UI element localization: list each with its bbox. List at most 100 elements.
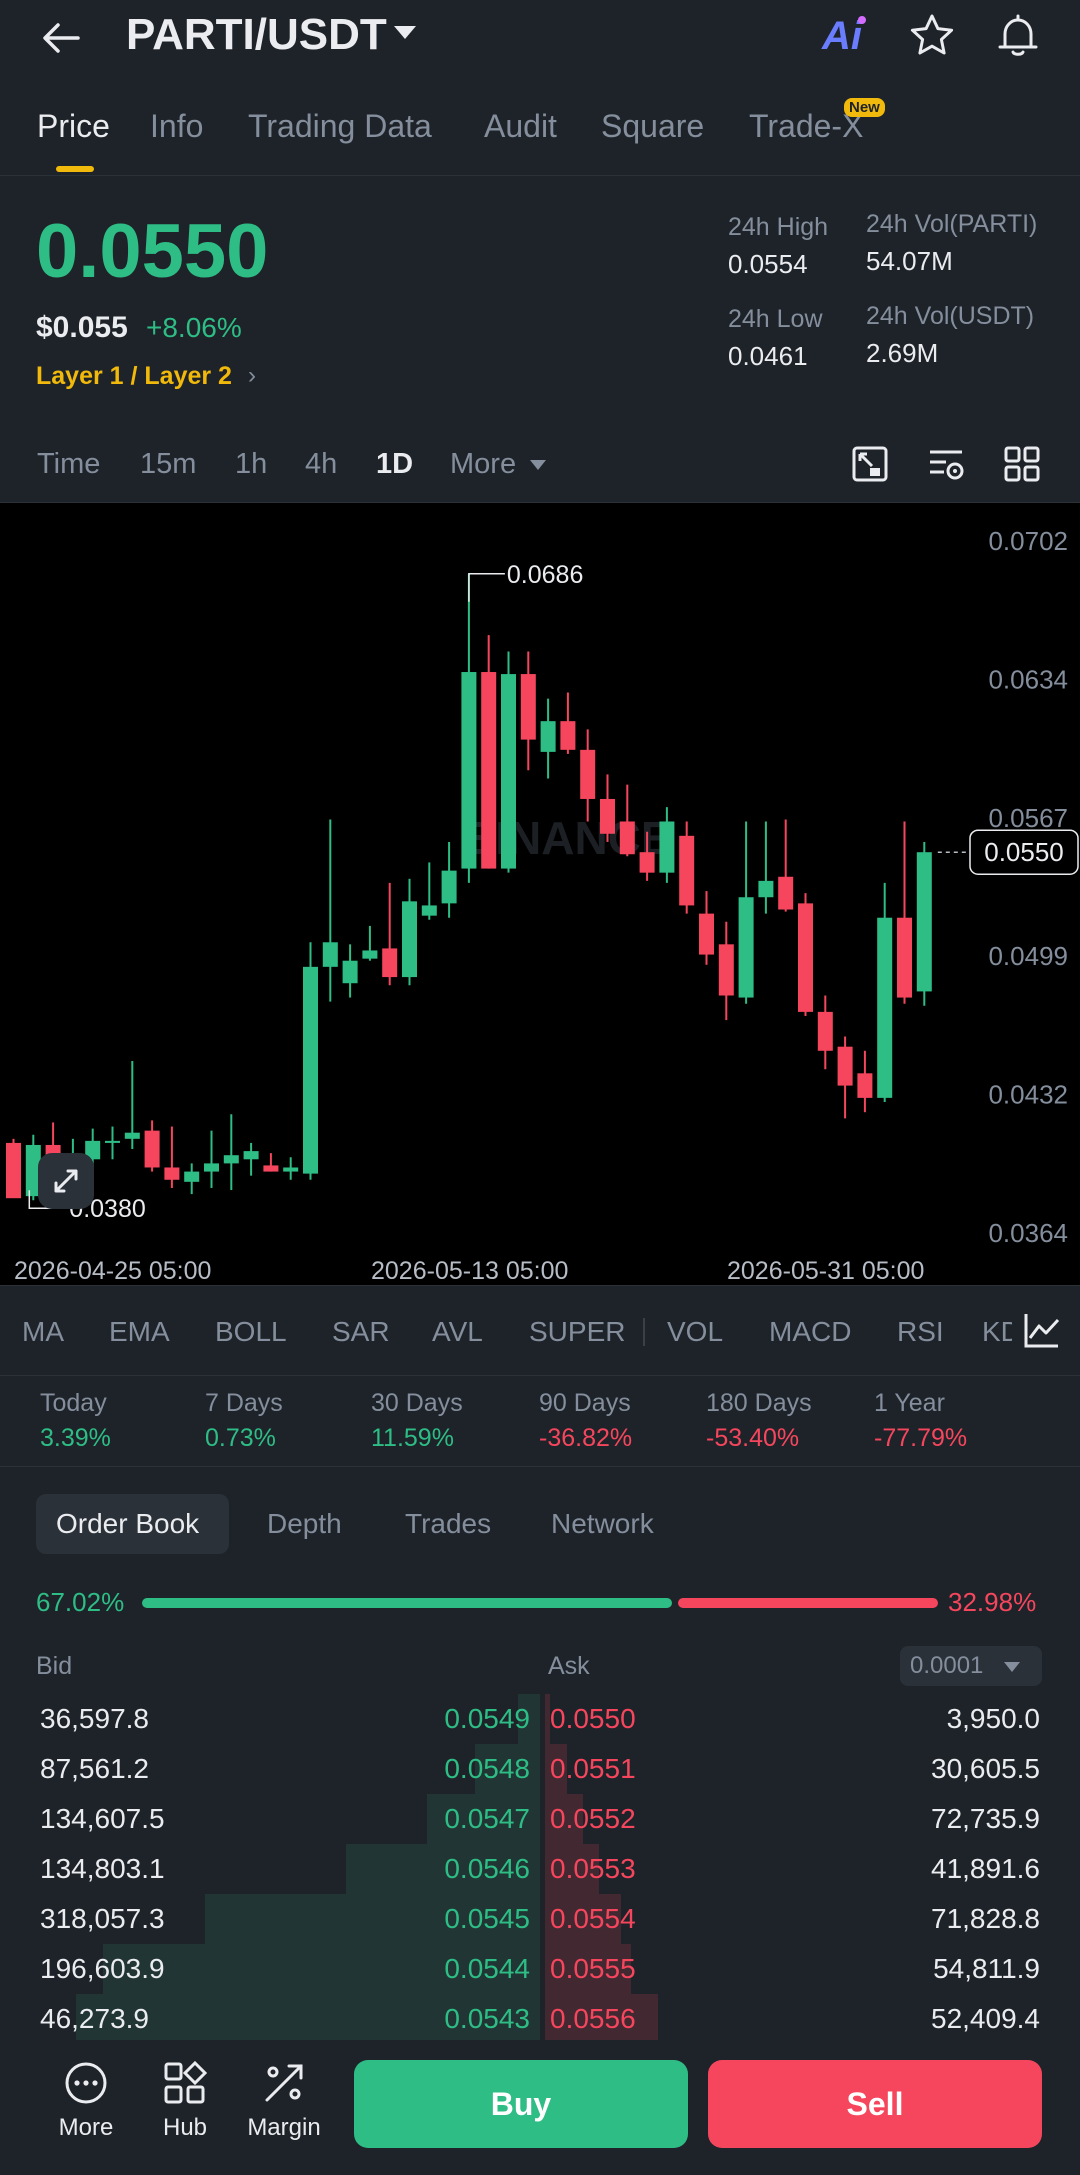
chevron-right-icon[interactable]: ›: [248, 362, 256, 390]
x-axis: 2026-04-25 05:00 2026-05-13 05:00 2026-05-…: [14, 1257, 924, 1285]
candle-up: [461, 672, 477, 869]
candle-up: [243, 1151, 259, 1160]
perf-value: 3.39%: [40, 1424, 111, 1452]
orderbook-row[interactable]: 196,603.9 0.0544 0.0555 54,811.9: [0, 1944, 1080, 1994]
chart-canvas[interactable]: BINANCE 0.07020.06340.05670.04990.04320.…: [0, 503, 1080, 1285]
pair-dropdown-caret-icon[interactable]: [394, 26, 416, 39]
stat-24h-high-value: 0.0554: [728, 249, 808, 279]
hub-button[interactable]: Hub: [135, 2060, 235, 2142]
interval-15m[interactable]: 15m: [140, 448, 196, 481]
candle-down: [560, 721, 576, 750]
bid-price: 0.0544: [444, 1953, 530, 1984]
candle-down: [263, 1165, 279, 1172]
expand-chart-button[interactable]: [38, 1153, 94, 1209]
candle-up: [322, 942, 338, 967]
stat-24h-high-label: 24h High: [728, 213, 829, 241]
candle-up: [105, 1140, 120, 1143]
indicator-settings-icon[interactable]: [1022, 1310, 1062, 1350]
candle-down: [580, 749, 596, 799]
y-tick-label: 0.0364: [988, 1218, 1068, 1248]
candle-down: [718, 944, 734, 996]
stat-24h-vol-quote-label: 24h Vol(USDT): [866, 302, 1035, 330]
indicator-rsi[interactable]: RSI: [897, 1316, 944, 1348]
last-price: 0.0550: [36, 209, 269, 294]
bid-ratio: 67.02%: [36, 1587, 125, 1617]
candle-down: [699, 913, 714, 955]
orderbook-row[interactable]: 46,273.9 0.0543 0.0556 52,409.4: [0, 1994, 1080, 2044]
candle-down: [619, 821, 635, 855]
hub-label: Hub: [162, 2114, 208, 2141]
margin-button[interactable]: Margin: [234, 2060, 334, 2142]
perf-value: -53.40%: [706, 1424, 800, 1452]
interval-more[interactable]: More: [450, 448, 516, 481]
chart-fullscreen-icon[interactable]: [850, 444, 890, 484]
trading-pair-title[interactable]: PARTI/USDT: [126, 10, 387, 60]
tab-price[interactable]: Price: [37, 108, 110, 145]
tab-square[interactable]: Square: [601, 108, 704, 145]
bid-price: 0.0549: [444, 1703, 530, 1734]
indicator-sar[interactable]: SAR: [332, 1316, 390, 1348]
orderbook-row[interactable]: 87,561.2 0.0548 0.0551 30,605.5: [0, 1744, 1080, 1794]
sell-button[interactable]: Sell: [708, 2060, 1042, 2148]
interval-1h[interactable]: 1h: [235, 448, 267, 481]
candle-up: [204, 1163, 219, 1172]
notification-bell-icon[interactable]: [994, 12, 1042, 60]
indicator-avl[interactable]: AVL: [432, 1316, 483, 1348]
indicator-ema[interactable]: EMA: [109, 1316, 170, 1348]
interval-4h[interactable]: 4h: [305, 448, 337, 481]
interval-1d[interactable]: 1D: [376, 448, 413, 481]
back-arrow-icon[interactable]: [40, 16, 84, 60]
ai-sparkle-icon: [858, 16, 866, 24]
margin-label: Margin: [247, 2114, 321, 2141]
interval-time[interactable]: Time: [37, 448, 100, 481]
indicator-macd[interactable]: MACD: [769, 1316, 851, 1348]
tab-network[interactable]: Network: [551, 1508, 654, 1540]
tab-trading-data[interactable]: Trading Data: [248, 108, 432, 145]
precision-caret-icon[interactable]: [1004, 1662, 1020, 1672]
candle-down: [382, 948, 398, 978]
chart-settings-icon[interactable]: [926, 444, 966, 484]
active-tab-indicator: [56, 166, 94, 172]
tab-order-book[interactable]: Order Book: [56, 1508, 199, 1540]
ai-assistant-icon[interactable]: Ai: [822, 14, 862, 59]
more-caret-icon[interactable]: [530, 460, 546, 470]
candle-up: [303, 966, 318, 1174]
indicator-super[interactable]: SUPER: [529, 1316, 625, 1348]
layout-grid-icon[interactable]: [1002, 444, 1042, 484]
tab-depth[interactable]: Depth: [267, 1508, 342, 1540]
stat-24h-vol-quote-value: 2.69M: [866, 338, 939, 368]
tab-info[interactable]: Info: [150, 108, 203, 145]
candle-down: [778, 876, 794, 910]
bid-quantity: 318,057.3: [40, 1903, 165, 1934]
tab-trades[interactable]: Trades: [405, 1508, 491, 1540]
indicator-ma[interactable]: MA: [22, 1316, 64, 1348]
max-price-label: 0.0686: [507, 561, 583, 589]
more-button[interactable]: More: [36, 2060, 136, 2142]
stat-24h-vol-base-label: 24h Vol(PARTI): [866, 210, 1038, 238]
indicator-vol[interactable]: VOL: [667, 1316, 723, 1348]
ask-ratio: 32.98%: [948, 1587, 1037, 1617]
candlestick-chart[interactable]: BINANCE 0.0702 0.0634 0.0567 0.0499 0.0432 0.…: [0, 503, 1080, 1285]
orderbook-row[interactable]: 36,597.8 0.0549 0.0550 3,950.0: [0, 1694, 1080, 1744]
orderbook-row[interactable]: 318,057.3 0.0545 0.0554 71,828.8: [0, 1894, 1080, 1944]
ask-price: 0.0552: [550, 1803, 636, 1834]
favorite-star-icon[interactable]: [908, 12, 956, 60]
orderbook-row[interactable]: 134,607.5 0.0547 0.0552 72,735.9: [0, 1794, 1080, 1844]
bid-quantity: 36,597.8: [40, 1703, 149, 1734]
ask-quantity: 3,950.0: [946, 1703, 1040, 1734]
buy-button[interactable]: Buy: [354, 2060, 688, 2148]
precision-value[interactable]: 0.0001: [910, 1652, 983, 1680]
sector-tag-link[interactable]: Layer 1 / Layer 2: [36, 362, 232, 391]
orderbook-row[interactable]: 134,803.1 0.0546 0.0553 41,891.6: [0, 1844, 1080, 1894]
bid-price: 0.0545: [444, 1903, 530, 1934]
tab-audit[interactable]: Audit: [484, 108, 557, 145]
candle-down: [520, 674, 536, 740]
y-tick-label: 0.0567: [988, 803, 1068, 833]
perf-label: Today: [40, 1389, 107, 1417]
bid-price: 0.0543: [444, 2003, 530, 2034]
bid-ratio-bar: [142, 1598, 672, 1608]
y-tick-label: 0.0432: [988, 1080, 1068, 1110]
candle-down: [144, 1130, 160, 1168]
ask-quantity: 71,828.8: [931, 1903, 1040, 1934]
indicator-boll[interactable]: BOLL: [215, 1316, 287, 1348]
